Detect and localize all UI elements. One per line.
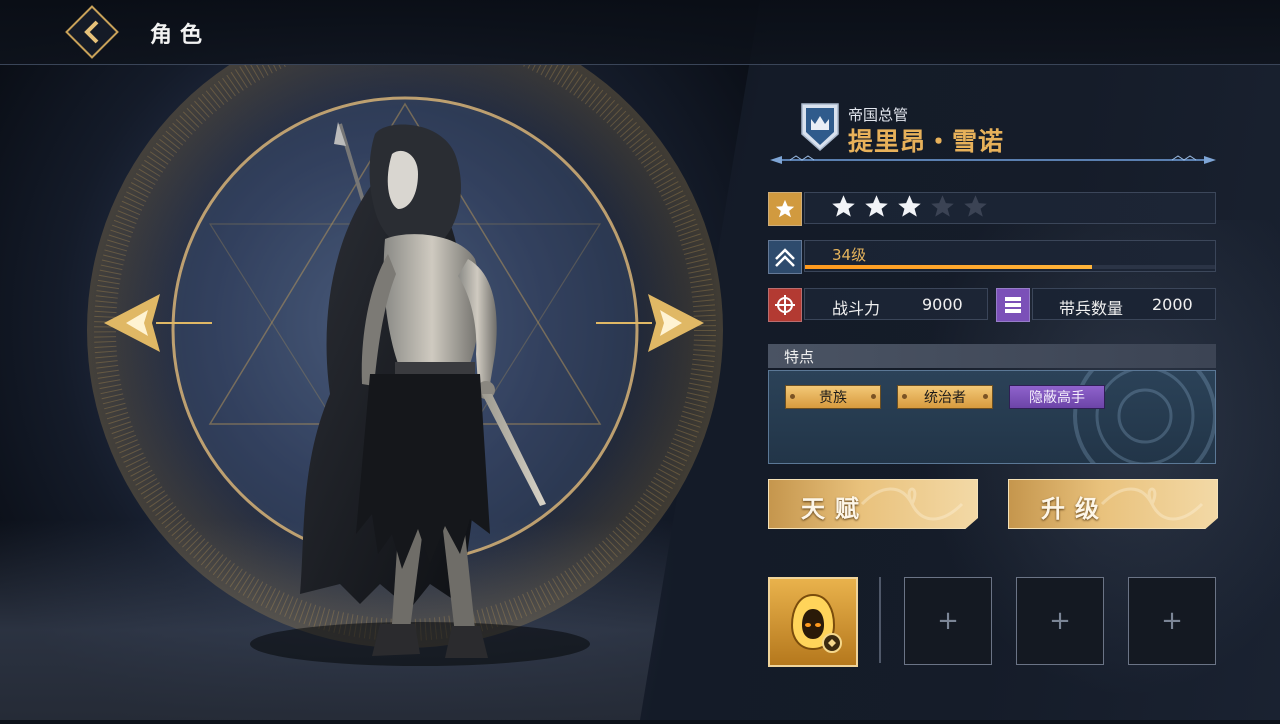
character-stage xyxy=(0,12,760,720)
traits-header: 特点 xyxy=(768,344,1216,368)
summon-circle xyxy=(87,12,723,666)
slot-divider xyxy=(879,577,881,663)
trait-tag[interactable]: 统治者 xyxy=(897,385,993,409)
level-icon xyxy=(768,240,802,274)
ornament-pattern xyxy=(860,487,964,521)
talent-button[interactable]: 天赋 xyxy=(768,479,978,529)
troops-stack-icon xyxy=(1005,297,1021,313)
equipment-slot-1[interactable] xyxy=(768,577,858,667)
next-character-button[interactable] xyxy=(594,290,708,360)
equipment-slot-2[interactable]: + xyxy=(904,577,992,665)
trait-label: 贵族 xyxy=(819,390,847,406)
star-filled-icon xyxy=(898,195,921,217)
back-button[interactable] xyxy=(65,5,119,59)
crosshair-icon xyxy=(775,295,795,315)
trait-label: 统治者 xyxy=(924,390,966,406)
star-filled-icon xyxy=(832,195,855,217)
traits-panel: 贵族 统治者 隐蔽高手 xyxy=(768,370,1216,464)
power-icon xyxy=(768,288,802,322)
upgrade-button[interactable]: 升级 xyxy=(1008,479,1218,529)
trait-tag[interactable]: 贵族 xyxy=(785,385,881,409)
talent-label: 天赋 xyxy=(801,494,869,523)
star-rank-icon xyxy=(768,192,802,226)
crown-shield-icon xyxy=(801,103,839,152)
ornament-pattern xyxy=(1100,487,1204,521)
star-empty-icon xyxy=(964,195,987,217)
prev-character-button[interactable] xyxy=(100,290,214,360)
power-value: 9000 xyxy=(922,295,963,314)
page-title: 角色 xyxy=(150,23,211,48)
star-icon xyxy=(775,199,795,218)
ground-shadow xyxy=(250,622,590,666)
arrow-left-icon xyxy=(104,294,212,352)
chevron-left-icon xyxy=(84,20,99,44)
plus-icon: + xyxy=(1049,606,1071,636)
plus-icon: + xyxy=(937,606,959,636)
plus-icon: + xyxy=(1161,606,1183,636)
top-bar: 角色 xyxy=(0,0,1280,65)
title-divider xyxy=(770,155,1216,164)
star-rating xyxy=(830,193,989,220)
traits-title: 特点 xyxy=(784,348,815,366)
xp-track xyxy=(805,265,1215,269)
trait-label: 隐蔽高手 xyxy=(1029,390,1085,406)
rank-chevrons-icon xyxy=(775,248,795,267)
level-label: 34级 xyxy=(832,246,867,264)
equipment-slot-3[interactable]: + xyxy=(1016,577,1104,665)
trait-tag[interactable]: 隐蔽高手 xyxy=(1009,385,1105,409)
troops-icon xyxy=(996,288,1030,322)
troops-value: 2000 xyxy=(1152,295,1193,314)
arrow-right-icon xyxy=(596,294,704,352)
equipment-slot-4[interactable]: + xyxy=(1128,577,1216,665)
star-filled-icon xyxy=(865,195,888,217)
xp-fill xyxy=(805,265,1092,269)
upgrade-label: 升级 xyxy=(1041,494,1109,523)
hooded-figure-icon xyxy=(790,593,842,653)
troops-label: 带兵数量 xyxy=(1059,299,1124,318)
star-empty-icon xyxy=(931,195,954,217)
power-label: 战斗力 xyxy=(832,299,881,318)
